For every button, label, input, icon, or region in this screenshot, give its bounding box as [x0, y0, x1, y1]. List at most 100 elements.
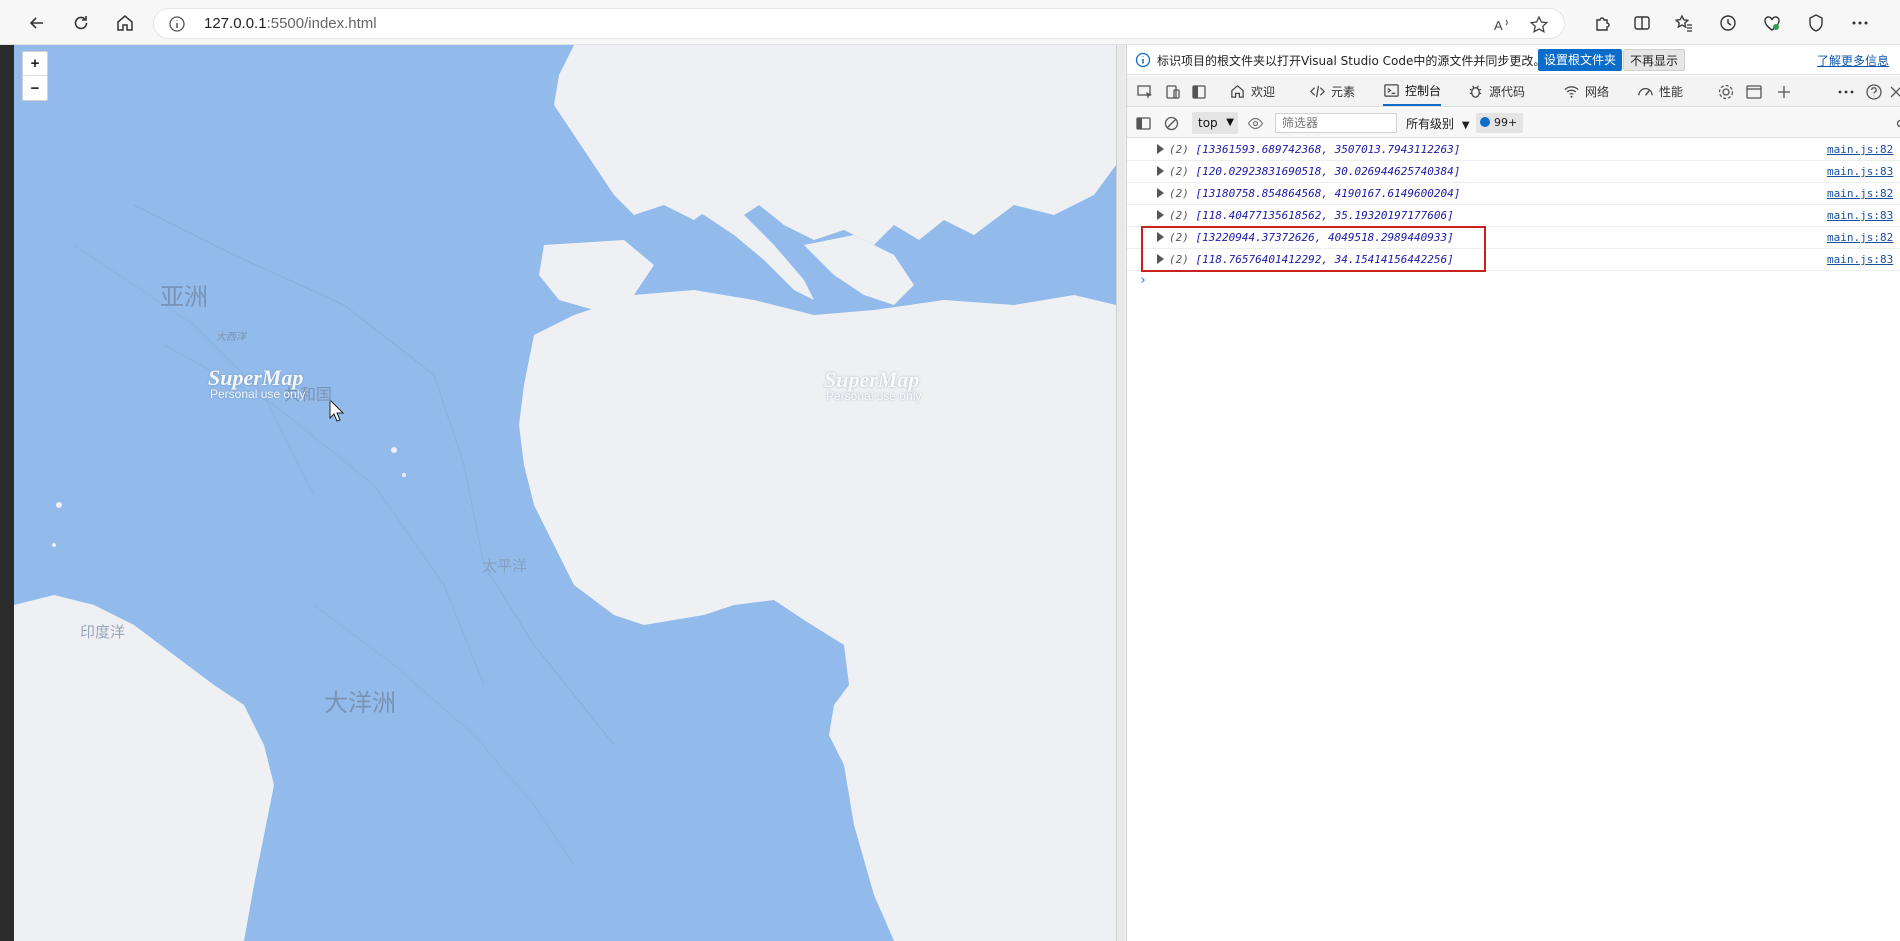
- close-icon[interactable]: [1887, 83, 1900, 101]
- console-filterbar: top ▼ 所有级别 ▼ 99+: [1127, 108, 1900, 138]
- issues-counter[interactable]: 99+: [1476, 113, 1524, 133]
- sidebar-toggle-icon[interactable]: [1135, 115, 1152, 132]
- dont-show-again-button[interactable]: 不再显示: [1623, 49, 1686, 71]
- history-icon: [1720, 15, 1736, 31]
- map-view[interactable]: + − 亚洲 大西洋 共和国 太平洋 印度洋 大洋洲 SuperMap Pers…: [14, 45, 1116, 941]
- puzzle-icon: [1596, 17, 1610, 31]
- tab-label: 元素: [1331, 84, 1356, 99]
- source-link[interactable]: main.js:83: [1827, 209, 1893, 222]
- console-row[interactable]: (2) [120.02923831690518, 30.026944625740…: [1127, 161, 1900, 183]
- console-output[interactable]: (2) [13361593.689742368, 3507013.7943112…: [1127, 139, 1900, 941]
- tab-label: 性能: [1659, 84, 1684, 99]
- zoom-control: + −: [22, 51, 48, 101]
- label-asia: 亚洲: [160, 283, 208, 311]
- ellipsis-icon[interactable]: [1837, 83, 1855, 101]
- bug-icon: [1469, 85, 1482, 98]
- filter-input[interactable]: [1275, 113, 1397, 133]
- tab-network[interactable]: 网络: [1563, 76, 1609, 106]
- console-row[interactable]: (2) [13361593.689742368, 3507013.7943112…: [1127, 139, 1900, 161]
- gear-icon[interactable]: [1717, 83, 1735, 101]
- address-bar[interactable]: 127.0.0.1:5500/index.html A: [153, 8, 1565, 39]
- learn-more-link[interactable]: 了解更多信息: [1817, 52, 1889, 69]
- red-highlight-box: [1141, 226, 1486, 272]
- inspect-element-icon[interactable]: [1136, 83, 1154, 101]
- tab-performance[interactable]: 性能: [1637, 76, 1683, 106]
- tab-elements[interactable]: 元素: [1309, 76, 1355, 106]
- svg-text:A: A: [1494, 18, 1503, 33]
- context-value: top: [1198, 116, 1218, 130]
- tab-label: 源代码: [1489, 84, 1526, 99]
- issues-count: 99+: [1494, 116, 1518, 129]
- clear-console-icon[interactable]: [1163, 115, 1180, 132]
- back-button[interactable]: [22, 8, 52, 38]
- array-value: [13361593.689742368, 3507013.7943112263]: [1195, 143, 1461, 156]
- supermap-watermark-sub: Personal use only: [210, 387, 306, 401]
- source-link[interactable]: main.js:82: [1827, 143, 1893, 156]
- set-root-folder-button[interactable]: 设置根文件夹: [1538, 49, 1623, 71]
- source-link[interactable]: main.js:83: [1827, 253, 1893, 266]
- window-panel-icon[interactable]: [1745, 83, 1763, 101]
- source-link[interactable]: main.js:82: [1827, 231, 1893, 244]
- device-emulation-icon[interactable]: [1164, 83, 1182, 101]
- home-icon: [117, 15, 133, 31]
- plus-icon[interactable]: [1775, 83, 1793, 101]
- url-host: 127.0.0.1: [204, 15, 267, 32]
- source-link[interactable]: main.js:82: [1827, 187, 1893, 200]
- log-levels-dropdown[interactable]: 所有级别 ▼: [1406, 115, 1470, 132]
- ellipsis-icon: [1852, 21, 1868, 25]
- console-message: (2) [13180758.854864568, 4190167.6149600…: [1169, 187, 1460, 200]
- zoom-out-button[interactable]: −: [23, 76, 47, 100]
- info-icon: [1135, 52, 1151, 68]
- gear-icon[interactable]: [1892, 115, 1900, 132]
- label-pacific: 太平洋: [482, 557, 528, 575]
- console-message: (2) [13361593.689742368, 3507013.7943112…: [1169, 143, 1460, 156]
- expand-triangle-icon[interactable]: [1157, 210, 1164, 220]
- log-levels-label: 所有级别: [1406, 117, 1455, 131]
- expand-triangle-icon[interactable]: [1157, 166, 1164, 176]
- console-message: (2) [118.40477135618562, 35.193201971776…: [1169, 209, 1454, 222]
- tab-console[interactable]: 控制台: [1383, 76, 1442, 106]
- devtools-splitter[interactable]: [1116, 45, 1125, 941]
- caret-down-icon: ▼: [1461, 120, 1470, 131]
- tab-welcome[interactable]: 欢迎: [1229, 76, 1275, 106]
- browser-toolbar: 127.0.0.1:5500/index.html A: [0, 0, 1900, 45]
- expand-triangle-icon[interactable]: [1157, 144, 1164, 154]
- favorites-button[interactable]: [1669, 8, 1699, 38]
- url-text[interactable]: 127.0.0.1:5500/index.html: [204, 15, 377, 32]
- label-atlantic-small: 大西洋: [216, 332, 246, 343]
- map-canvas: [14, 45, 1116, 941]
- tab-sources[interactable]: 源代码: [1467, 76, 1525, 106]
- split-screen-icon: [1634, 16, 1650, 30]
- split-screen-button[interactable]: [1627, 8, 1657, 38]
- arrow-left-icon: [29, 17, 43, 29]
- history-button[interactable]: [1713, 8, 1743, 38]
- code-tag-icon: [1310, 85, 1325, 97]
- left-edge-strip: [0, 45, 14, 941]
- favorite-star-icon[interactable]: [1528, 14, 1550, 36]
- context-select[interactable]: top ▼: [1192, 112, 1238, 134]
- health-button[interactable]: [1757, 8, 1787, 38]
- reload-icon: [74, 16, 88, 30]
- info-icon[interactable]: [168, 15, 186, 33]
- eye-icon[interactable]: [1247, 115, 1264, 132]
- devtools-tabbar: 欢迎 元素 控制台 源代码 网络 性能: [1127, 76, 1900, 107]
- home-button[interactable]: [110, 8, 140, 38]
- console-row[interactable]: (2) [13180758.854864568, 4190167.6149600…: [1127, 183, 1900, 205]
- console-row[interactable]: (2) [118.40477135618562, 35.193201971776…: [1127, 205, 1900, 227]
- help-icon[interactable]: [1865, 83, 1883, 101]
- console-prompt[interactable]: ›: [1139, 273, 1147, 288]
- console-message: (2) [120.02923831690518, 30.026944625740…: [1169, 165, 1460, 178]
- expand-triangle-icon[interactable]: [1157, 188, 1164, 198]
- reload-button[interactable]: [66, 8, 96, 38]
- dock-side-icon[interactable]: [1190, 83, 1208, 101]
- more-menu-button[interactable]: [1845, 8, 1875, 38]
- read-aloud-icon[interactable]: A: [1492, 14, 1514, 36]
- extensions-button[interactable]: [1588, 8, 1618, 38]
- source-link[interactable]: main.js:83: [1827, 165, 1893, 178]
- browser-essentials-button[interactable]: [1801, 8, 1831, 38]
- array-length: (2): [1169, 165, 1189, 178]
- heart-pulse-icon: [1764, 16, 1780, 31]
- array-length: (2): [1169, 187, 1189, 200]
- speedometer-icon: [1638, 87, 1653, 96]
- zoom-in-button[interactable]: +: [23, 52, 47, 76]
